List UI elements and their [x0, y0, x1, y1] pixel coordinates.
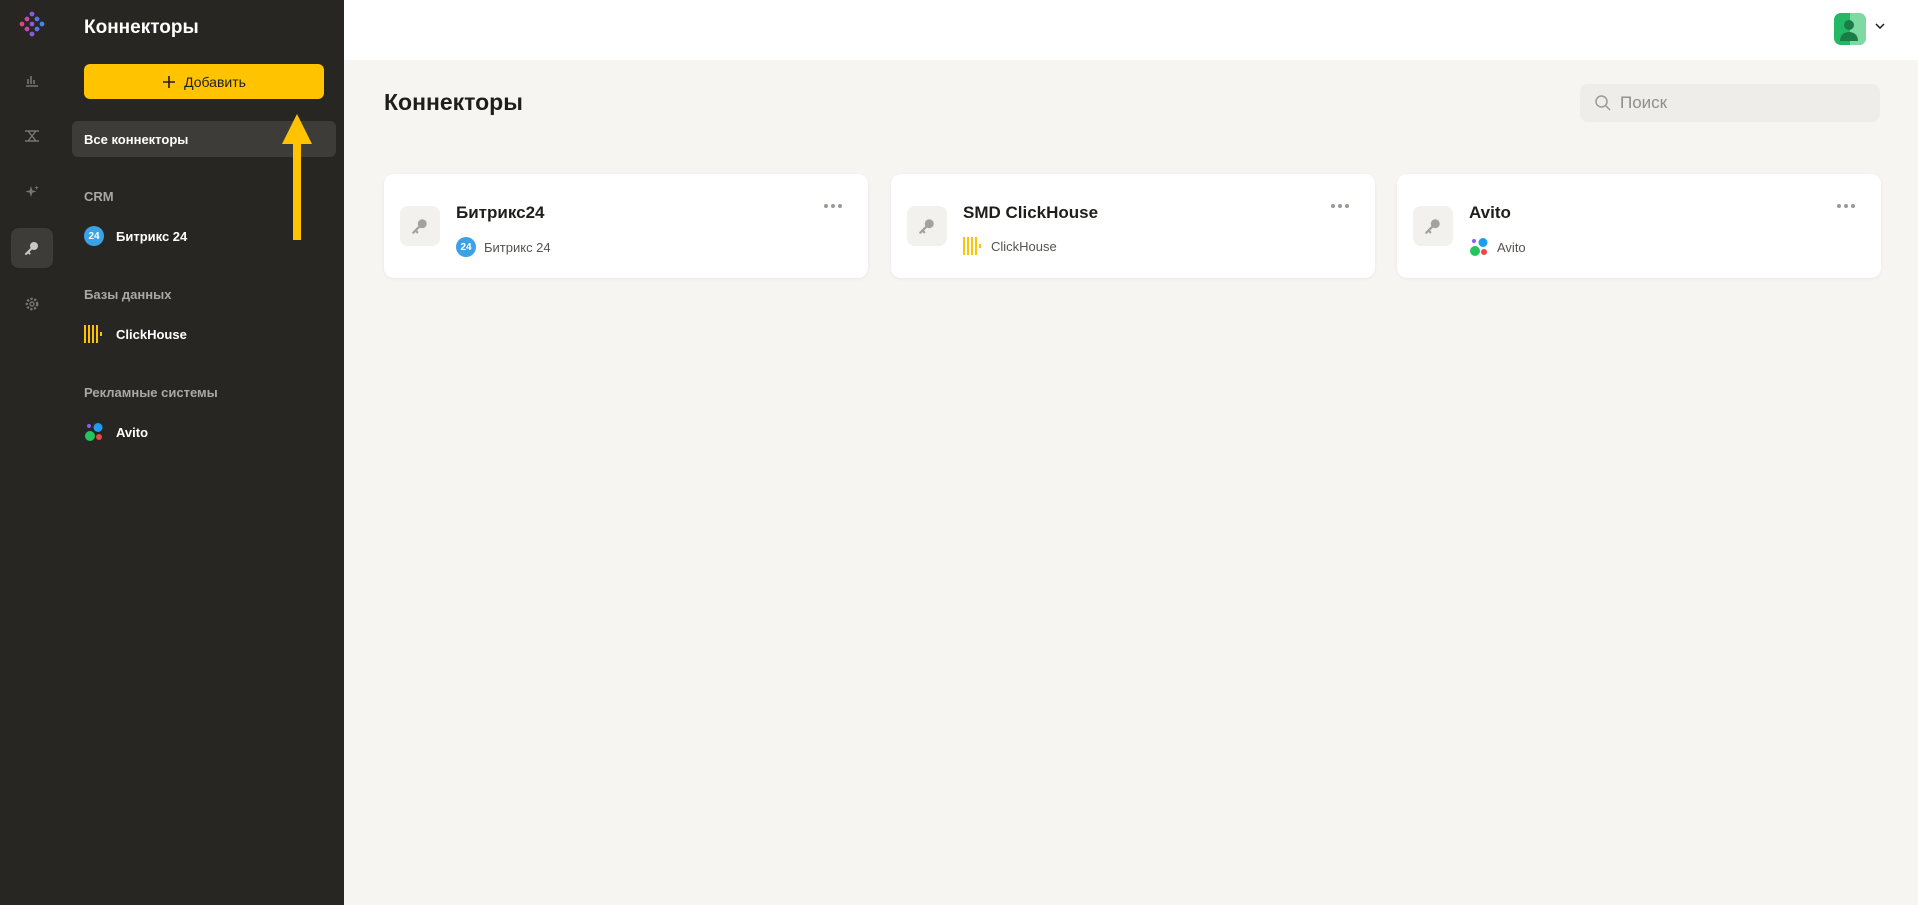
sidebar-item-label: ClickHouse — [116, 326, 187, 342]
app-logo-icon[interactable] — [14, 8, 50, 40]
sidebar-item-label: Avito — [116, 424, 149, 440]
group-label-ad-systems: Рекламные системы — [84, 385, 218, 400]
rail-dashboards[interactable] — [11, 60, 53, 100]
more-options-button[interactable] — [820, 200, 846, 212]
bar-chart-icon — [26, 76, 38, 87]
connector-icon-box — [907, 206, 947, 246]
top-bar — [344, 0, 1918, 60]
chevron-down-icon[interactable] — [1874, 20, 1886, 32]
rail-connectors[interactable] — [11, 228, 53, 268]
sidebar-title: Коннекторы — [84, 17, 199, 38]
card-title: SMD ClickHouse — [963, 203, 1099, 222]
group-label-crm: CRM — [84, 189, 114, 204]
group-label-databases: Базы данных — [84, 287, 172, 302]
card-source: 24 Битрикс 24 — [456, 237, 551, 257]
add-connector-button[interactable]: Добавить — [84, 64, 324, 99]
bitrix24-icon: 24 — [84, 226, 104, 246]
sidebar-item-avito[interactable]: Avito — [84, 420, 148, 444]
connector-card-bitrix24[interactable]: Битрикс24 24 Битрикс 24 — [384, 174, 868, 278]
key-icon — [1425, 219, 1440, 234]
dot-icon — [1844, 204, 1848, 208]
clickhouse-icon — [84, 325, 102, 343]
card-source: Avito — [1469, 237, 1526, 257]
dot-icon — [831, 204, 835, 208]
card-source: ClickHouse — [963, 237, 1057, 255]
sidebar-item-label: Битрикс 24 — [116, 228, 188, 244]
rail-settings[interactable] — [11, 284, 53, 324]
icon-rail — [0, 0, 64, 905]
plus-icon — [163, 75, 176, 88]
rail-ai[interactable] — [11, 172, 53, 212]
page-title: Коннекторы — [384, 89, 523, 115]
sidebar-item-label: Все коннекторы — [84, 131, 189, 147]
user-avatar-icon — [1840, 13, 1866, 45]
dot-icon — [1837, 204, 1841, 208]
card-source-label: Avito — [1497, 239, 1526, 255]
avito-icon — [1470, 238, 1488, 256]
connector-card-smd-clickhouse[interactable]: SMD ClickHouse ClickHouse — [891, 174, 1375, 278]
connector-card-avito[interactable]: Avito Avito — [1397, 174, 1881, 278]
search-input[interactable] — [1620, 93, 1860, 113]
avatar[interactable] — [1834, 13, 1866, 45]
annotation-arrow-icon — [282, 114, 312, 240]
card-title: Avito — [1469, 203, 1511, 222]
dot-icon — [838, 204, 842, 208]
add-button-label: Добавить — [184, 73, 246, 90]
search-box[interactable] — [1580, 84, 1880, 122]
card-source-label: Битрикс 24 — [484, 239, 551, 255]
rail-formulas[interactable] — [11, 116, 53, 156]
dot-icon — [1851, 204, 1855, 208]
sigma-icon — [25, 130, 39, 142]
dot-icon — [1338, 204, 1342, 208]
dot-icon — [1345, 204, 1349, 208]
key-icon — [412, 219, 427, 234]
more-options-button[interactable] — [1327, 200, 1353, 212]
gear-icon — [25, 297, 39, 311]
connector-icon-box — [400, 206, 440, 246]
dot-icon — [1331, 204, 1335, 208]
bitrix24-icon: 24 — [456, 237, 476, 257]
sidebar-item-clickhouse[interactable]: ClickHouse — [84, 322, 187, 346]
card-title: Битрикс24 — [456, 203, 545, 222]
avito-icon — [85, 423, 103, 441]
sparkle-icon — [25, 185, 39, 197]
connector-icon-box — [1413, 206, 1453, 246]
clickhouse-icon — [963, 237, 981, 255]
sidebar-item-bitrix24[interactable]: 24 Битрикс 24 — [84, 224, 187, 248]
dot-icon — [824, 204, 828, 208]
key-icon — [25, 242, 38, 255]
key-icon — [919, 219, 934, 234]
card-source-label: ClickHouse — [991, 238, 1057, 254]
search-icon — [1595, 95, 1611, 111]
more-options-button[interactable] — [1833, 200, 1859, 212]
